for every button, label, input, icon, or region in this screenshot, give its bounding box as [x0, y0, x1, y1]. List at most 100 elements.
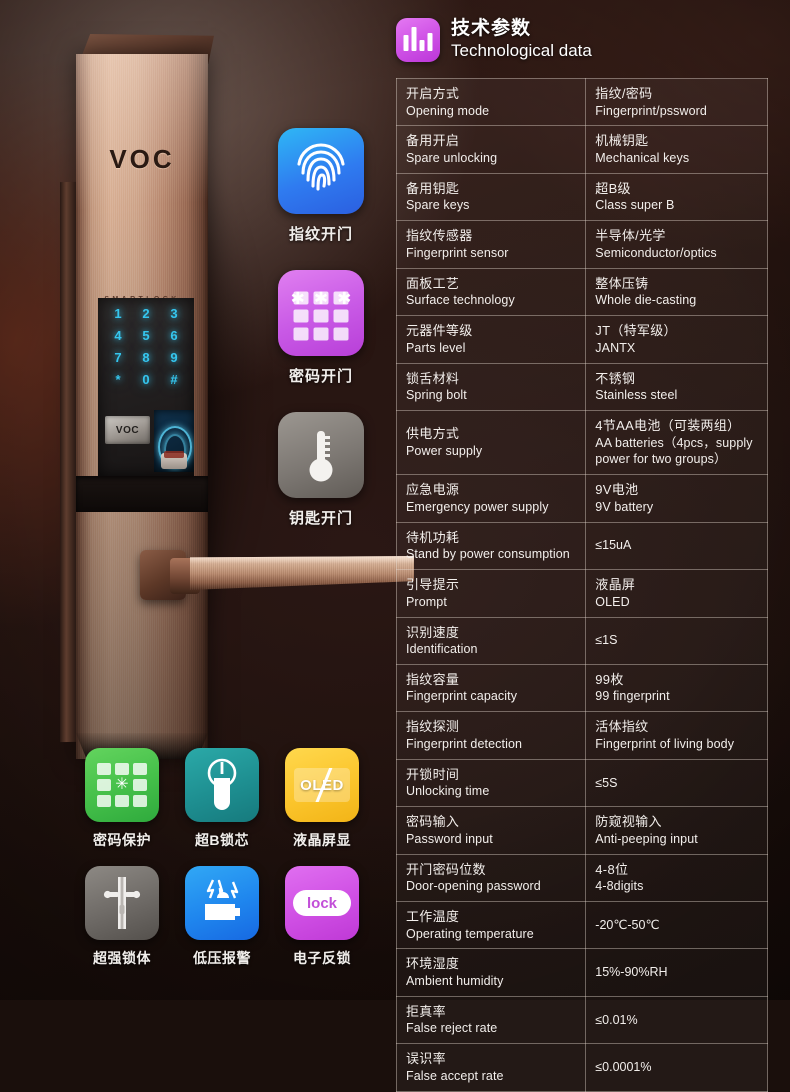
unlock-method-label: 指纹开门 — [288, 226, 353, 243]
spec-value-cell: 半导体/光学 Semiconductor/optics — [585, 220, 768, 269]
feature-label: 低压报警 — [193, 950, 251, 966]
spec-value-cell: 15%-90%RH — [585, 948, 768, 997]
spec-key-cell: 工作温度 Operating temperature — [395, 901, 587, 950]
handle-highlight — [190, 556, 414, 564]
key-cell — [97, 795, 111, 807]
feature-lock-body[interactable]: 超强锁体 — [72, 866, 172, 968]
keypad-key[interactable]: 0 — [132, 372, 160, 387]
electronic-deadbolt-icon: lock — [285, 866, 359, 940]
feature-electronic-deadbolt[interactable]: lock 电子反锁 — [272, 866, 372, 968]
unlock-method-fingerprint[interactable]: 指纹开门 — [266, 128, 376, 244]
spec-value-cn: 液晶屏 — [595, 577, 636, 593]
spec-value-cell: ≤5S — [585, 758, 768, 808]
feature-lock-cylinder[interactable]: 超B锁芯 — [172, 748, 272, 850]
spec-value-en: JANTX — [595, 340, 636, 355]
spec-key-cell: 误识率 False accept rate — [395, 1043, 587, 1092]
oled-badge: OLED — [294, 768, 350, 802]
spec-key-en: Prompt — [406, 594, 447, 609]
password-protect-icon: ✳ — [85, 748, 159, 822]
spec-value-cell: 4节AA电池（可装两组） AA batteries（4pcs，supply pow… — [585, 409, 768, 476]
spec-key-cell: 指纹传感器 Fingerprint sensor — [395, 220, 587, 269]
spec-key-cell: 指纹容量 Fingerprint capacity — [395, 663, 587, 713]
lock-cylinder-icon — [185, 748, 259, 822]
feature-low-voltage-alarm[interactable]: 低压报警 — [172, 866, 272, 968]
lock-keypad[interactable]: 1 2 3 4 5 6 7 8 9 * 0 # VOC — [98, 298, 194, 476]
spec-key-en: Door-opening password — [406, 879, 541, 894]
spec-value-cell: 整体压铸 Whole die-casting — [585, 267, 768, 317]
keypad-key[interactable]: 1 — [104, 306, 132, 321]
spec-value-cn: 半导体/光学 — [595, 228, 666, 244]
spec-value-cell: 防窥视输入 Anti-peeping input — [585, 806, 768, 855]
spec-key-cell: 备用开启 Spare unlocking — [395, 125, 587, 174]
table-row: 工作温度 Operating temperature -20℃-50℃ — [395, 901, 768, 950]
spec-value-en: 9V battery — [595, 499, 654, 514]
bar-chart-bars — [403, 27, 433, 51]
asterisk-icon: ✳ — [115, 776, 129, 793]
spec-key-cn: 待机功耗 — [406, 529, 460, 545]
feature-password-protect[interactable]: ✳ 密码保护 — [72, 748, 172, 850]
spec-value-en: Whole die-casting — [595, 293, 697, 308]
spec-key-cn: 开启方式 — [406, 86, 460, 101]
spec-value-cn: 4节AA电池（可装两组） — [595, 417, 741, 433]
keypad-key[interactable]: 6 — [160, 328, 188, 343]
keypad-key[interactable]: 7 — [104, 350, 132, 365]
spec-value-cell: 机械钥匙 Mechanical keys — [585, 125, 768, 174]
spec-key-cell: 识别速度 Identification — [395, 616, 587, 665]
keypad-key[interactable]: 9 — [160, 350, 188, 365]
spec-key-cn: 拒真率 — [406, 1003, 446, 1019]
spec-value: ≤1S — [595, 633, 618, 648]
key-cell — [115, 763, 129, 775]
spec-key-en: Fingerprint capacity — [406, 689, 518, 704]
unlock-method-password[interactable]: ✱ ✱ ✱ 密码开门 — [266, 270, 376, 386]
door-edge — [60, 181, 76, 743]
spec-value-cell: 99枚 99 fingerprint — [585, 663, 768, 713]
keypad-keys[interactable]: 1 2 3 4 5 6 7 8 9 * 0 # — [104, 306, 188, 387]
spec-key-en: Surface technology — [406, 293, 515, 308]
spec-key-cn: 工作温度 — [406, 909, 460, 925]
table-row: 拒真率 False reject rate ≤0.01% — [395, 995, 768, 1045]
keypad-key[interactable]: 4 — [104, 328, 132, 343]
oled-display-text: VOC — [115, 424, 140, 436]
keypad-key[interactable]: 5 — [132, 328, 160, 343]
spec-key-cell: 锁舌材料 Spring bolt — [395, 362, 587, 411]
spec-value-en: AA batteries（4pcs，supply power for two g… — [595, 435, 753, 467]
spec-key-en: Fingerprint detection — [406, 736, 523, 751]
spec-value-en: Class super B — [595, 198, 675, 213]
spec-key-cn: 元器件等级 — [406, 323, 473, 339]
key-cell — [115, 795, 129, 807]
spec-value-cell: ≤15uA — [585, 521, 768, 571]
spec-key-cell: 元器件等级 Parts level — [395, 315, 587, 364]
spec-key-cn: 备用钥匙 — [406, 180, 460, 196]
spec-key-cell: 供电方式 Power supply — [395, 409, 587, 476]
cylinder-glyph — [207, 758, 237, 810]
keypad-key[interactable]: # — [160, 372, 188, 387]
keypad-key[interactable]: * — [104, 372, 132, 387]
spec-value-cell: 指纹/密码 Fingerprint/pssword — [585, 77, 768, 127]
lock-lower-band — [76, 476, 208, 512]
feature-label: 密码保护 — [93, 832, 151, 848]
feature-oled-display[interactable]: OLED 液晶屏显 — [272, 748, 372, 850]
keypad-grid-glyph — [293, 291, 349, 341]
keypad-key[interactable]: 2 — [132, 306, 160, 321]
key-cell — [293, 327, 309, 341]
spec-key-en: Parts level — [406, 340, 466, 355]
spec-value: -20℃-50℃ — [595, 917, 660, 932]
spec-key-cell: 开门密码位数 Door-opening password — [395, 853, 587, 903]
spec-key-en: Fingerprint sensor — [406, 245, 509, 260]
keypad-key[interactable]: 8 — [132, 350, 160, 365]
spec-value-cell: ≤0.0001% — [585, 1043, 768, 1092]
fingerprint-scanner[interactable] — [154, 410, 194, 472]
spec-value-cn: 99枚 — [595, 671, 624, 687]
fingerprint-icon — [278, 128, 364, 214]
chart-bar — [411, 27, 417, 51]
spec-key-cn: 锁舌材料 — [406, 370, 460, 386]
keypad-key[interactable]: 3 — [160, 306, 188, 321]
spec-value-en: 99 fingerprint — [595, 689, 670, 704]
spec-value-cell: 超B级 Class super B — [585, 172, 768, 222]
key-cell — [293, 291, 309, 305]
table-row: 引导提示 Prompt 液晶屏 OLED — [395, 569, 768, 618]
spec-panel-header: 技术参数 Technological data — [396, 18, 768, 62]
unlock-method-key[interactable]: 钥匙开门 — [266, 412, 376, 528]
spec-value-en: OLED — [595, 594, 630, 609]
key-cell — [133, 763, 147, 775]
